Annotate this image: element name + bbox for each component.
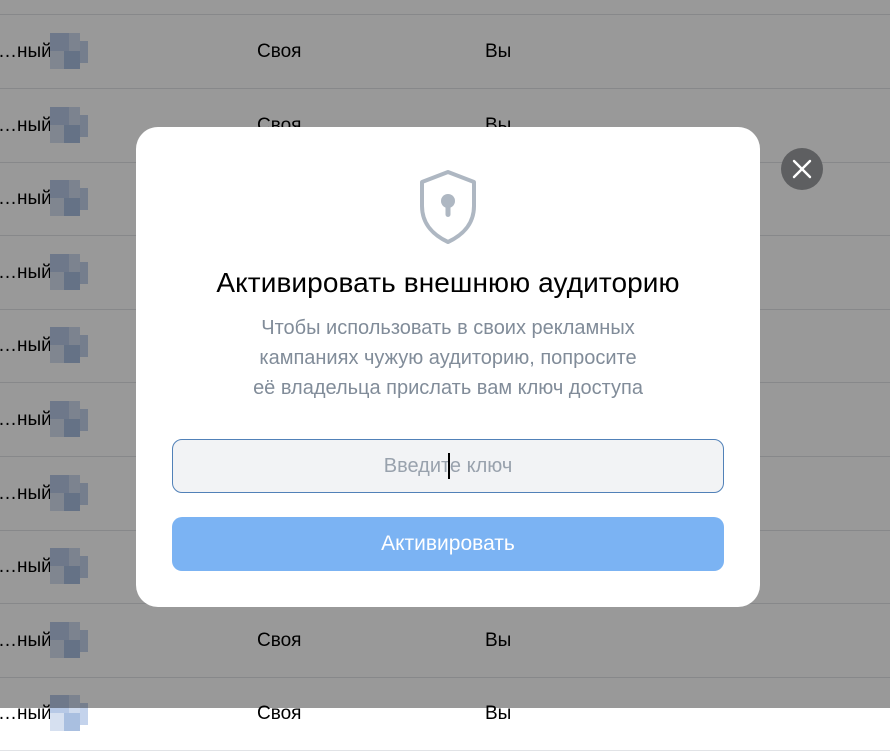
close-icon xyxy=(792,159,812,179)
modal-description: Чтобы использовать в своих рекламных кам… xyxy=(208,313,688,403)
description-line: кампаниях чужую аудиторию, попросите xyxy=(259,347,637,369)
close-button[interactable] xyxy=(781,148,823,190)
text-cursor xyxy=(448,453,450,479)
modal-title: Активировать внешнюю аудиторию xyxy=(216,267,680,298)
activate-audience-modal: Активировать внешнюю аудиторию Чтобы исп… xyxy=(136,127,760,607)
activate-button[interactable]: Активировать xyxy=(172,517,724,571)
shield-keyhole-icon xyxy=(420,170,476,244)
description-line: Чтобы использовать в своих рекламных xyxy=(261,317,635,339)
description-line: её владельца прислать вам ключ доступа xyxy=(253,377,643,399)
